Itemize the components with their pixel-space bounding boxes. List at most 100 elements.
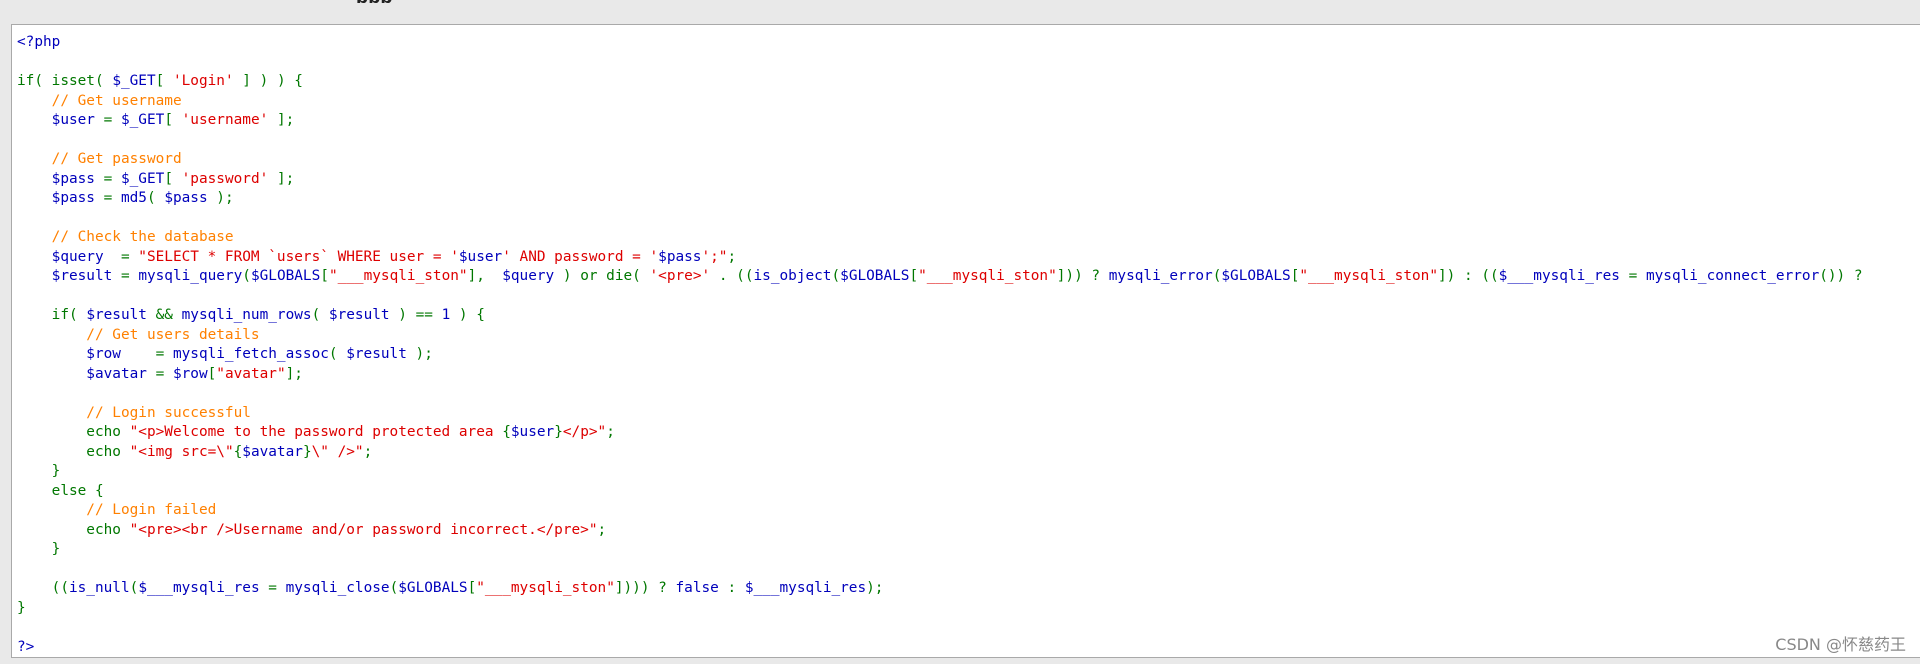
code-token: = [120,346,173,362]
code-token: "<img src=\" [129,443,234,460]
code-token: "<pre><br />Username and/or password inc… [129,521,598,538]
code-token: // Login successful [17,404,251,421]
code-token: [ [155,73,173,89]
code-token: ); [866,580,884,596]
code-token: "SELECT * FROM `users` WHERE user = ' [138,248,459,265]
code-token: 1 [441,307,451,323]
code-line: echo "<pre><br />Username and/or passwor… [17,522,606,538]
code-token: </p>" [562,424,607,440]
code-token: '<pre>' [649,268,711,284]
code-token: $avatar [17,365,147,382]
code-token: } [302,443,312,460]
code-line: // Get password [17,151,182,167]
code-line: $user = $_GET[ 'username' ]; [17,112,295,128]
code-token: echo [17,443,130,460]
code-token: $result [17,268,113,284]
code-token: $query [17,248,104,265]
code-line: if( $result && mysqli_num_rows( $result … [17,307,485,323]
code-token: } [554,424,563,440]
code-token: $GLOBALS [250,268,321,284]
code-token: ' AND password = ' [502,248,659,265]
code-token: $row [172,365,208,382]
code-token: mysqli_query [138,268,243,284]
code-token: [ [320,268,329,284]
code-token: ]; [285,365,303,382]
code-token: md5 [120,190,147,206]
code-token: ) { [450,307,485,323]
code-token: $___mysqli_res [1498,268,1620,284]
code-token: } [17,463,61,479]
code-token: ; [727,248,737,265]
code-token: "___mysqli_ston" [918,268,1057,284]
code-token: ( [146,190,165,206]
code-token: ; [606,424,615,440]
code-token: ] ) ) { [233,73,303,89]
code-line: $row = mysqli_fetch_assoc( $result ); [17,346,433,362]
code-token: = [103,248,139,265]
code-token: $GLOBALS [398,580,468,596]
code-token: : [718,580,745,596]
code-token: ; [363,443,373,460]
code-token: = [94,190,121,206]
code-line: $pass = md5( $pass ); [17,190,234,206]
code-token: $___mysqli_res [744,580,867,596]
cropped-heading-fragment: ppp [356,0,474,3]
code-token: ); [406,346,433,362]
code-token: ]) : (( [1438,268,1499,284]
code-line: // Get username [17,93,182,109]
code-token: ';" [701,248,728,265]
code-token: // Check the database [17,229,234,245]
code-token: if( [17,307,87,323]
code-line: $avatar = $row["avatar"]; [17,366,303,382]
code-token: } [17,541,61,557]
csdn-watermark: CSDN @怀慈药王 [1775,635,1906,654]
code-line: } [17,463,61,479]
code-token: } [17,599,26,616]
php-source-code: <?php if( isset( $_GET[ 'Login' ] ) ) { … [12,25,1920,657]
code-token: [ [909,268,919,284]
code-token: $query [502,268,555,284]
code-token: mysqli_close [285,580,390,596]
code-token: = [1619,268,1646,284]
code-token: 'Login' [172,73,234,89]
code-line: echo "<p>Welcome to the password protect… [17,424,615,440]
code-token: "___mysqli_ston" [476,580,615,596]
code-token: $pass [164,190,208,206]
code-token: $pass [17,170,95,187]
code-token: ?> [17,638,35,655]
code-token: echo [17,521,130,538]
code-token: $GLOBALS [1221,268,1291,284]
code-token: { [502,424,511,440]
code-token: [ [164,112,182,128]
code-token: ( [311,307,329,323]
code-token: "___mysqli_ston" [1299,268,1438,284]
code-token: mysqli_fetch_assoc [172,346,329,362]
code-token: $pass [658,248,702,265]
code-token: ); [207,190,234,206]
code-token: 'password' [181,170,269,187]
source-code-panel: <?php if( isset( $_GET[ 'Login' ] ) ) { … [11,24,1920,658]
code-token: "avatar" [216,365,286,382]
code-token: (( [17,580,69,596]
code-token: [ [164,170,182,187]
code-token: $GLOBALS [840,268,910,284]
code-token: $_GET [120,112,165,128]
code-line: if( isset( $_GET[ 'Login' ] ) ) { [17,73,303,89]
code-token: ( [389,580,399,596]
code-token: mysqli_num_rows [181,307,312,323]
code-token: mysqli_error [1108,268,1213,284]
code-token: = [94,170,121,187]
code-token: ( [831,268,841,284]
code-line: // Login successful [17,405,251,421]
code-token: $row [17,346,121,362]
code-token: ])) ? [1056,268,1109,284]
code-token: = [112,268,139,284]
code-token: if( isset( [17,73,113,89]
code-token: ()) ? [1819,268,1863,284]
code-token: $___mysqli_res [138,580,260,596]
code-token: ; [597,521,607,538]
code-token: ) or die( [554,268,650,284]
code-token: ( [242,268,251,284]
code-token: // Login failed [17,502,217,518]
code-token: . (( [710,268,754,284]
